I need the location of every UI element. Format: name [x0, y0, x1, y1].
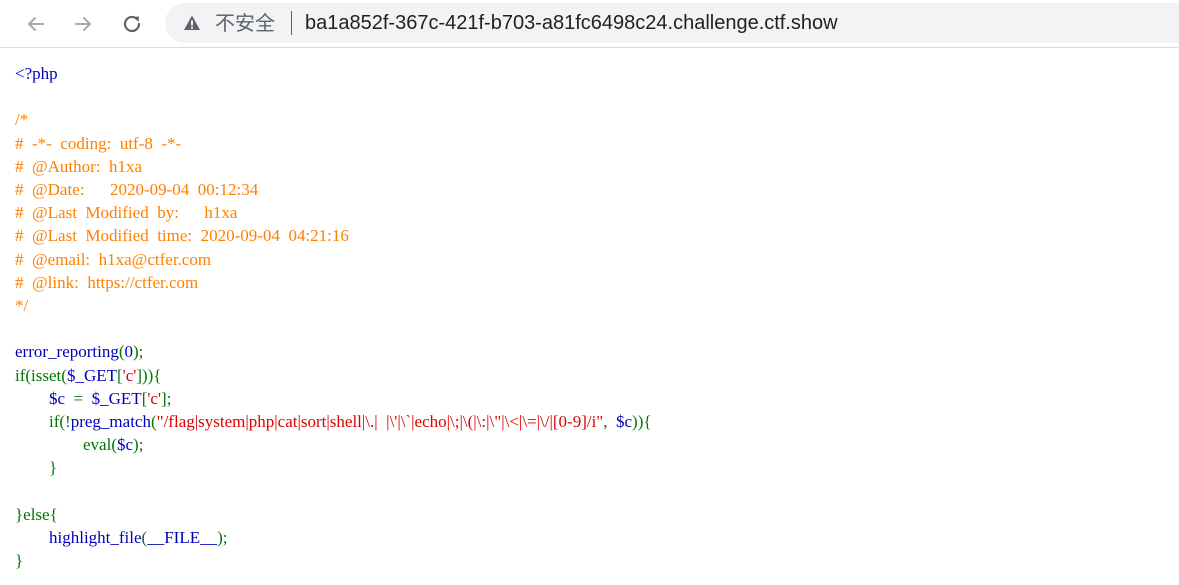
reload-icon — [123, 15, 141, 33]
code-line: eval($c); — [15, 433, 652, 456]
code-token-comment: # @email: h1xa@ctfer.com — [15, 249, 212, 269]
code-line: if(!preg_match("/flag|system|php|cat|sor… — [15, 410, 652, 433]
code-token-keyword: } — [49, 458, 58, 478]
code-token-default: <?php — [15, 64, 58, 83]
code-token-keyword: }else{ — [15, 504, 58, 524]
omnibox-separator — [291, 11, 292, 35]
address-bar[interactable]: 不安全 ba1a852f-367c-421f-b703-a81fc6498c24… — [165, 3, 1179, 43]
code-line: # @email: h1xa@ctfer.com — [15, 248, 652, 271]
code-token-keyword: if(! — [49, 412, 71, 432]
browser-toolbar: 不安全 ba1a852f-367c-421f-b703-a81fc6498c24… — [0, 0, 1179, 48]
code-token-keyword: ); — [133, 435, 144, 455]
code-token-html — [15, 389, 49, 408]
code-line: */ — [15, 294, 652, 317]
code-token-html — [15, 435, 83, 454]
php-source-code: <?php /* # -*- coding: utf-8 -*- # @Author… — [15, 62, 652, 572]
back-button[interactable] — [20, 8, 52, 40]
code-line: # @Last Modified by: h1xa — [15, 201, 652, 224]
forward-button[interactable] — [67, 8, 99, 40]
code-token-keyword: )){ — [632, 412, 652, 432]
arrow-left-icon — [28, 17, 44, 31]
code-line: # @link: https://ctfer.com — [15, 271, 652, 294]
code-token-default: $c — [616, 412, 633, 432]
code-token-html — [15, 528, 49, 547]
code-token-comment: */ — [15, 296, 29, 316]
reload-button[interactable] — [116, 8, 148, 40]
code-line: if(isset($_GET['c'])){ — [15, 364, 652, 387]
code-line: }else{ — [15, 503, 652, 526]
code-token-keyword: ); — [217, 528, 228, 548]
code-token-default: $_GET — [66, 365, 117, 385]
code-line: /* — [15, 108, 652, 131]
code-line: # @Author: h1xa — [15, 155, 652, 178]
arrow-right-icon — [75, 17, 91, 31]
warning-icon — [184, 15, 200, 30]
code-line: <?php — [15, 62, 652, 85]
code-line: # @Last Modified time: 2020-09-04 04:21:… — [15, 224, 652, 247]
code-token-keyword: , — [603, 412, 616, 432]
code-token-keyword: eval( — [83, 435, 117, 455]
code-token-string: 'c' — [147, 388, 162, 408]
url-text[interactable]: ba1a852f-367c-421f-b703-a81fc6498c24.cha… — [305, 10, 838, 36]
code-token-comment: # @link: https://ctfer.com — [15, 272, 199, 292]
code-token-keyword: ]; — [161, 388, 172, 408]
code-token-string: "/flag|system|php|cat|sort|shell|\.| |\'… — [156, 412, 604, 432]
code-token-keyword: = — [73, 388, 92, 408]
code-token-default: $c — [116, 435, 134, 455]
code-token-comment: # @Date: 2020-09-04 00:12:34 — [15, 180, 259, 200]
code-token-default: $c — [49, 388, 74, 408]
code-token-default: $_GET — [91, 388, 142, 408]
code-token-default: highlight_file — [49, 528, 142, 548]
code-token-html — [15, 412, 49, 431]
code-line: } — [15, 456, 652, 479]
code-line: # -*- coding: utf-8 -*- — [15, 132, 652, 155]
code-token-string: 'c' — [122, 365, 137, 385]
code-token-comment: # @Last Modified by: h1xa — [15, 203, 238, 223]
code-line: error_reporting(0); — [15, 340, 652, 363]
code-token-default: __FILE__ — [147, 528, 218, 548]
code-line: # @Date: 2020-09-04 00:12:34 — [15, 178, 652, 201]
code-token-keyword: ])){ — [136, 365, 162, 385]
code-token-keyword: ); — [133, 342, 144, 362]
code-token-comment: /* — [15, 110, 29, 130]
code-line: highlight_file(__FILE__); — [15, 526, 652, 549]
code-line: $c = $_GET['c']; — [15, 387, 652, 410]
code-token-comment: # @Author: h1xa — [15, 156, 143, 176]
code-token-html — [15, 458, 49, 477]
not-secure-label[interactable]: 不安全 — [215, 11, 275, 35]
code-token-keyword: } — [15, 551, 24, 571]
code-token-comment: # @Last Modified time: 2020-09-04 04:21:… — [15, 226, 349, 246]
code-token-default: preg_match — [70, 412, 151, 432]
code-token-default: error_reporting — [15, 342, 119, 362]
code-token-comment: # -*- coding: utf-8 -*- — [15, 133, 182, 153]
code-token-keyword: if(isset( — [15, 365, 67, 385]
code-token-default: 0 — [124, 342, 134, 362]
code-line: } — [15, 549, 652, 572]
